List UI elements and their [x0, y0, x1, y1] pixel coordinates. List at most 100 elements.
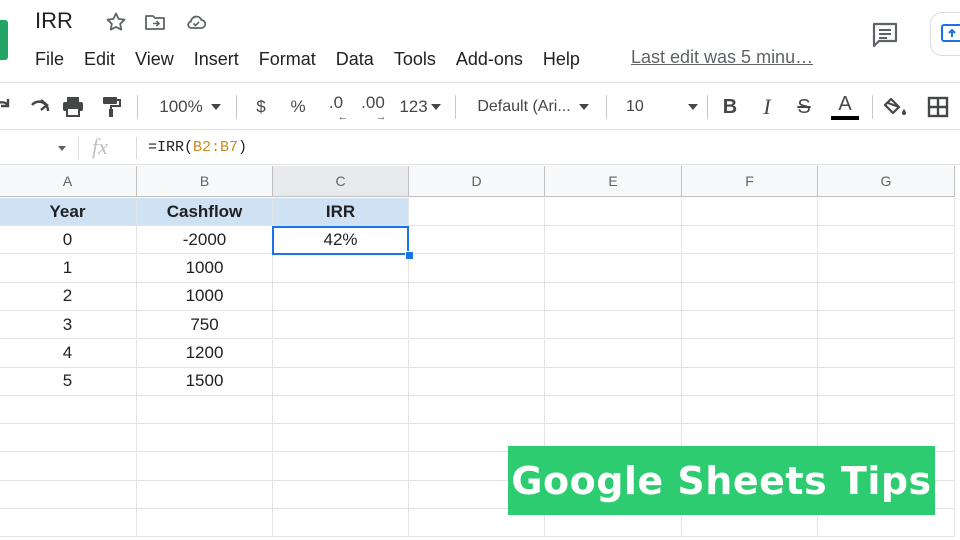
- font-size-select[interactable]: 10: [618, 83, 698, 131]
- column-header-a[interactable]: A: [0, 166, 137, 197]
- column-header-b[interactable]: B: [137, 166, 273, 197]
- comment-history-icon[interactable]: [870, 20, 900, 50]
- empty-cell[interactable]: [409, 198, 545, 226]
- cell-c4[interactable]: [273, 282, 409, 311]
- currency-format-button[interactable]: $: [250, 83, 272, 131]
- empty-cell[interactable]: [0, 396, 137, 425]
- document-title[interactable]: IRR: [35, 8, 73, 34]
- empty-cell[interactable]: [818, 367, 955, 396]
- percent-format-button[interactable]: %: [287, 83, 309, 131]
- menu-data[interactable]: Data: [336, 49, 374, 70]
- undo-icon[interactable]: [0, 83, 20, 131]
- empty-cell[interactable]: [137, 424, 273, 453]
- cell-b6[interactable]: 1200: [137, 339, 273, 368]
- formula-input[interactable]: =IRR(B2:B7): [148, 139, 247, 156]
- fill-color-icon[interactable]: [883, 83, 911, 131]
- empty-cell[interactable]: [818, 311, 955, 340]
- empty-cell[interactable]: [682, 198, 818, 226]
- empty-cell[interactable]: [682, 396, 818, 425]
- menu-edit[interactable]: Edit: [84, 49, 115, 70]
- empty-cell[interactable]: [545, 282, 682, 311]
- empty-cell[interactable]: [137, 509, 273, 538]
- empty-cell[interactable]: [409, 311, 545, 340]
- empty-cell[interactable]: [545, 226, 682, 255]
- empty-cell[interactable]: [682, 226, 818, 255]
- strikethrough-button[interactable]: S: [792, 83, 816, 131]
- cell-b3[interactable]: 1000: [137, 254, 273, 283]
- header-cell-b[interactable]: Cashflow: [137, 198, 273, 226]
- menu-file[interactable]: File: [35, 49, 64, 70]
- column-header-e[interactable]: E: [545, 166, 682, 197]
- empty-cell[interactable]: [682, 282, 818, 311]
- paint-format-icon[interactable]: [96, 83, 126, 131]
- cell-a3[interactable]: 1: [0, 254, 137, 283]
- empty-cell[interactable]: [545, 311, 682, 340]
- empty-cell[interactable]: [409, 282, 545, 311]
- empty-cell[interactable]: [818, 226, 955, 255]
- present-button[interactable]: [930, 12, 960, 56]
- empty-cell[interactable]: [137, 396, 273, 425]
- header-cell-a[interactable]: Year: [0, 198, 137, 226]
- header-cell-c[interactable]: IRR: [273, 198, 409, 226]
- empty-cell[interactable]: [409, 396, 545, 425]
- empty-cell[interactable]: [682, 339, 818, 368]
- cell-b7[interactable]: 1500: [137, 367, 273, 396]
- sheets-logo-icon[interactable]: [0, 20, 8, 60]
- empty-cell[interactable]: [545, 198, 682, 226]
- cloud-saved-icon[interactable]: [184, 10, 208, 34]
- empty-cell[interactable]: [682, 311, 818, 340]
- last-edit-link[interactable]: Last edit was 5 minu…: [631, 47, 813, 68]
- empty-cell[interactable]: [682, 367, 818, 396]
- empty-cell[interactable]: [0, 481, 137, 509]
- menu-insert[interactable]: Insert: [194, 49, 239, 70]
- fill-handle[interactable]: [405, 251, 414, 260]
- cell-a7[interactable]: 5: [0, 367, 137, 396]
- empty-cell[interactable]: [818, 396, 955, 425]
- borders-icon[interactable]: [924, 83, 952, 131]
- print-icon[interactable]: [58, 83, 88, 131]
- cell-c3[interactable]: [273, 254, 409, 283]
- menu-view[interactable]: View: [135, 49, 174, 70]
- empty-cell[interactable]: [273, 424, 409, 453]
- empty-cell[interactable]: [545, 339, 682, 368]
- zoom-select[interactable]: 100%: [150, 83, 230, 131]
- empty-cell[interactable]: [818, 198, 955, 226]
- empty-cell[interactable]: [273, 452, 409, 481]
- empty-cell[interactable]: [409, 226, 545, 255]
- column-header-c[interactable]: C: [273, 166, 409, 197]
- cell-c6[interactable]: [273, 339, 409, 368]
- font-family-select[interactable]: Default (Ari...: [470, 83, 596, 131]
- column-header-f[interactable]: F: [682, 166, 818, 197]
- menu-help[interactable]: Help: [543, 49, 580, 70]
- cell-b2[interactable]: -2000: [137, 226, 273, 255]
- empty-cell[interactable]: [273, 481, 409, 509]
- empty-cell[interactable]: [273, 396, 409, 425]
- empty-cell[interactable]: [818, 339, 955, 368]
- italic-button[interactable]: I: [755, 83, 779, 131]
- empty-cell[interactable]: [0, 424, 137, 453]
- cell-a6[interactable]: 4: [0, 339, 137, 368]
- empty-cell[interactable]: [0, 509, 137, 538]
- cell-b4[interactable]: 1000: [137, 282, 273, 311]
- redo-icon[interactable]: [22, 83, 52, 131]
- text-color-button[interactable]: A: [830, 83, 860, 131]
- cell-c7[interactable]: [273, 367, 409, 396]
- cell-c5[interactable]: [273, 311, 409, 340]
- increase-decimals-button[interactable]: .00 →: [358, 83, 388, 131]
- empty-cell[interactable]: [273, 509, 409, 538]
- menu-format[interactable]: Format: [259, 49, 316, 70]
- empty-cell[interactable]: [682, 254, 818, 283]
- empty-cell[interactable]: [0, 452, 137, 481]
- move-folder-icon[interactable]: [143, 10, 167, 34]
- cell-a5[interactable]: 3: [0, 311, 137, 340]
- empty-cell[interactable]: [818, 282, 955, 311]
- menu-add-ons[interactable]: Add-ons: [456, 49, 523, 70]
- star-icon[interactable]: [104, 10, 128, 34]
- empty-cell[interactable]: [137, 452, 273, 481]
- cell-a2[interactable]: 0: [0, 226, 137, 255]
- empty-cell[interactable]: [409, 254, 545, 283]
- column-header-g[interactable]: G: [818, 166, 955, 197]
- empty-cell[interactable]: [409, 339, 545, 368]
- empty-cell[interactable]: [545, 254, 682, 283]
- bold-button[interactable]: B: [718, 83, 742, 131]
